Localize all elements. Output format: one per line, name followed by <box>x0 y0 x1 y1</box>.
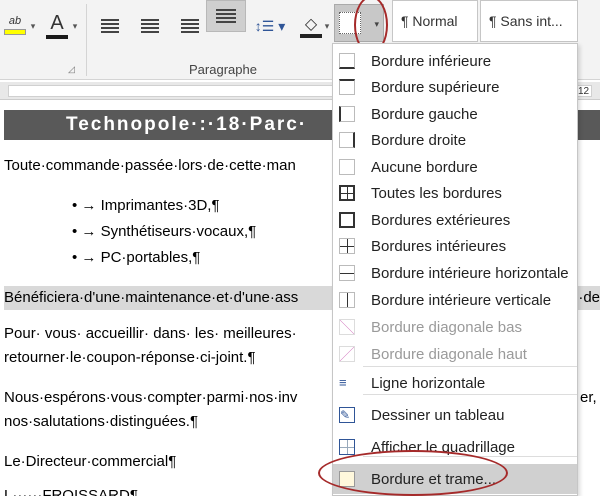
ribbon-separator <box>86 4 87 76</box>
menu-item-no-border[interactable]: Aucune bordure <box>333 154 577 180</box>
font-dialog-launcher-icon[interactable]: ◿ <box>68 64 75 75</box>
style-no-spacing[interactable]: ¶ Sans int... <box>480 0 578 42</box>
menu-item-label: Bordures intérieures <box>371 237 507 255</box>
menu-item-label: Dessiner un tableau <box>371 406 505 424</box>
bullet-item: • → Synthétiseurs·vocaux,¶ <box>72 223 257 240</box>
inside-vertical-border-icon <box>339 292 355 308</box>
horizontal-line-icon: ≡ <box>339 375 347 390</box>
menu-item-label: Toutes les bordures <box>371 184 502 202</box>
diagonal-down-border-icon <box>339 319 355 335</box>
line-spacing-button[interactable]: ↕☰ ▾ <box>252 12 288 40</box>
font-color-label: A <box>50 11 64 34</box>
menu-item-label: Bordure gauche <box>371 105 478 123</box>
menu-item-border-top[interactable]: Bordure supérieure <box>333 74 577 100</box>
menu-item-label: Bordure diagonale haut <box>371 345 527 363</box>
align-right-button[interactable] <box>176 12 204 40</box>
menu-item-label: Bordure intérieure horizontale <box>371 264 569 282</box>
menu-item-label: Bordure droite <box>371 131 467 149</box>
align-left-button[interactable] <box>96 12 124 40</box>
border-right-icon <box>339 132 355 148</box>
menu-item-label: Ligne horizontale <box>371 374 486 392</box>
paragraph-group-label: Paragraphe <box>189 62 257 77</box>
align-left-icon <box>101 19 119 33</box>
highlight-label: ab <box>8 15 22 27</box>
bullet-item: • → Imprimantes·3D,¶ <box>72 197 220 214</box>
menu-item-draw-table[interactable]: ✎ Dessiner un tableau <box>333 402 577 428</box>
menu-item-label: Bordure diagonale bas <box>371 318 522 336</box>
paint-bucket-icon: ◇ <box>304 16 318 33</box>
align-center-icon <box>141 19 159 33</box>
menu-item-label: Bordures extérieures <box>371 211 511 229</box>
highlight-color-bar <box>4 29 26 35</box>
align-center-button[interactable] <box>136 12 164 40</box>
menu-item-inside-vertical-border[interactable]: Bordure intérieure verticale <box>333 287 577 313</box>
shaded-paragraph-text: Bénéficiera·d'une·maintenance·et·d'une·a… <box>4 289 299 306</box>
font-color-dropdown-icon[interactable]: ▾ <box>70 18 80 34</box>
all-borders-icon <box>339 185 355 201</box>
font-color-bar <box>46 34 68 39</box>
justify-button[interactable] <box>206 0 246 32</box>
paragraph-4-right: er, <box>580 389 597 406</box>
menu-item-inside-horizontal-border[interactable]: Bordure intérieure horizontale <box>333 260 577 286</box>
font-color-button[interactable]: A <box>44 10 70 40</box>
line-spacing-icon: ↕☰ ▾ <box>254 17 286 34</box>
menu-item-border-left[interactable]: Bordure gauche <box>333 101 577 127</box>
bullet-item: • → PC·portables,¶ <box>72 249 201 266</box>
shading-dropdown-icon[interactable]: ▾ <box>322 18 332 34</box>
menu-item-diagonal-down-border: Bordure diagonale bas <box>333 314 577 340</box>
style-normal[interactable]: ¶ Normal <box>392 0 478 42</box>
menu-item-all-borders[interactable]: Toutes les bordures <box>333 180 577 206</box>
highlight-dropdown-icon[interactable]: ▾ <box>28 18 38 34</box>
menu-item-label: Bordure intérieure verticale <box>371 291 552 309</box>
document-title: Technopole·:·18·Parc· <box>66 114 308 135</box>
menu-item-label: Bordure inférieure <box>371 52 492 70</box>
annotation-circle <box>318 450 508 496</box>
diagonal-up-border-icon <box>339 346 355 362</box>
menu-item-diagonal-up-border: Bordure diagonale haut <box>333 341 577 367</box>
inside-borders-icon <box>339 238 355 254</box>
text-highlight-button[interactable]: ab <box>2 10 28 40</box>
border-bottom-icon <box>339 53 355 69</box>
menu-item-outside-borders[interactable]: Bordures extérieures <box>333 207 577 233</box>
shading-color-bar <box>300 34 322 38</box>
border-left-icon <box>339 106 355 122</box>
menu-item-label: Bordure supérieure <box>371 78 500 96</box>
ruler-number: 12 <box>578 86 590 97</box>
align-right-icon <box>181 19 199 33</box>
draw-table-icon: ✎ <box>339 407 355 423</box>
inside-horizontal-border-icon <box>339 265 355 281</box>
border-top-icon <box>339 79 355 95</box>
view-gridlines-icon <box>339 439 355 455</box>
menu-item-horizontal-line[interactable]: ≡ Ligne horizontale <box>333 370 577 396</box>
no-border-icon <box>339 159 355 175</box>
borders-menu: Bordure inférieure Bordure supérieure Bord… <box>332 43 578 496</box>
menu-item-inside-borders[interactable]: Bordures intérieures <box>333 233 577 259</box>
menu-item-label: Aucune bordure <box>371 158 478 176</box>
menu-item-border-right[interactable]: Bordure droite <box>333 127 577 153</box>
menu-separator <box>363 366 577 367</box>
paragraph-4-text: Nous·espérons·vous·compter·parmi·nos·inv <box>4 389 298 406</box>
outside-borders-icon <box>339 212 355 228</box>
justify-icon <box>216 9 236 23</box>
styles-scroll[interactable] <box>578 0 600 42</box>
menu-separator <box>363 394 577 395</box>
menu-item-border-bottom[interactable]: Bordure inférieure <box>333 48 577 74</box>
